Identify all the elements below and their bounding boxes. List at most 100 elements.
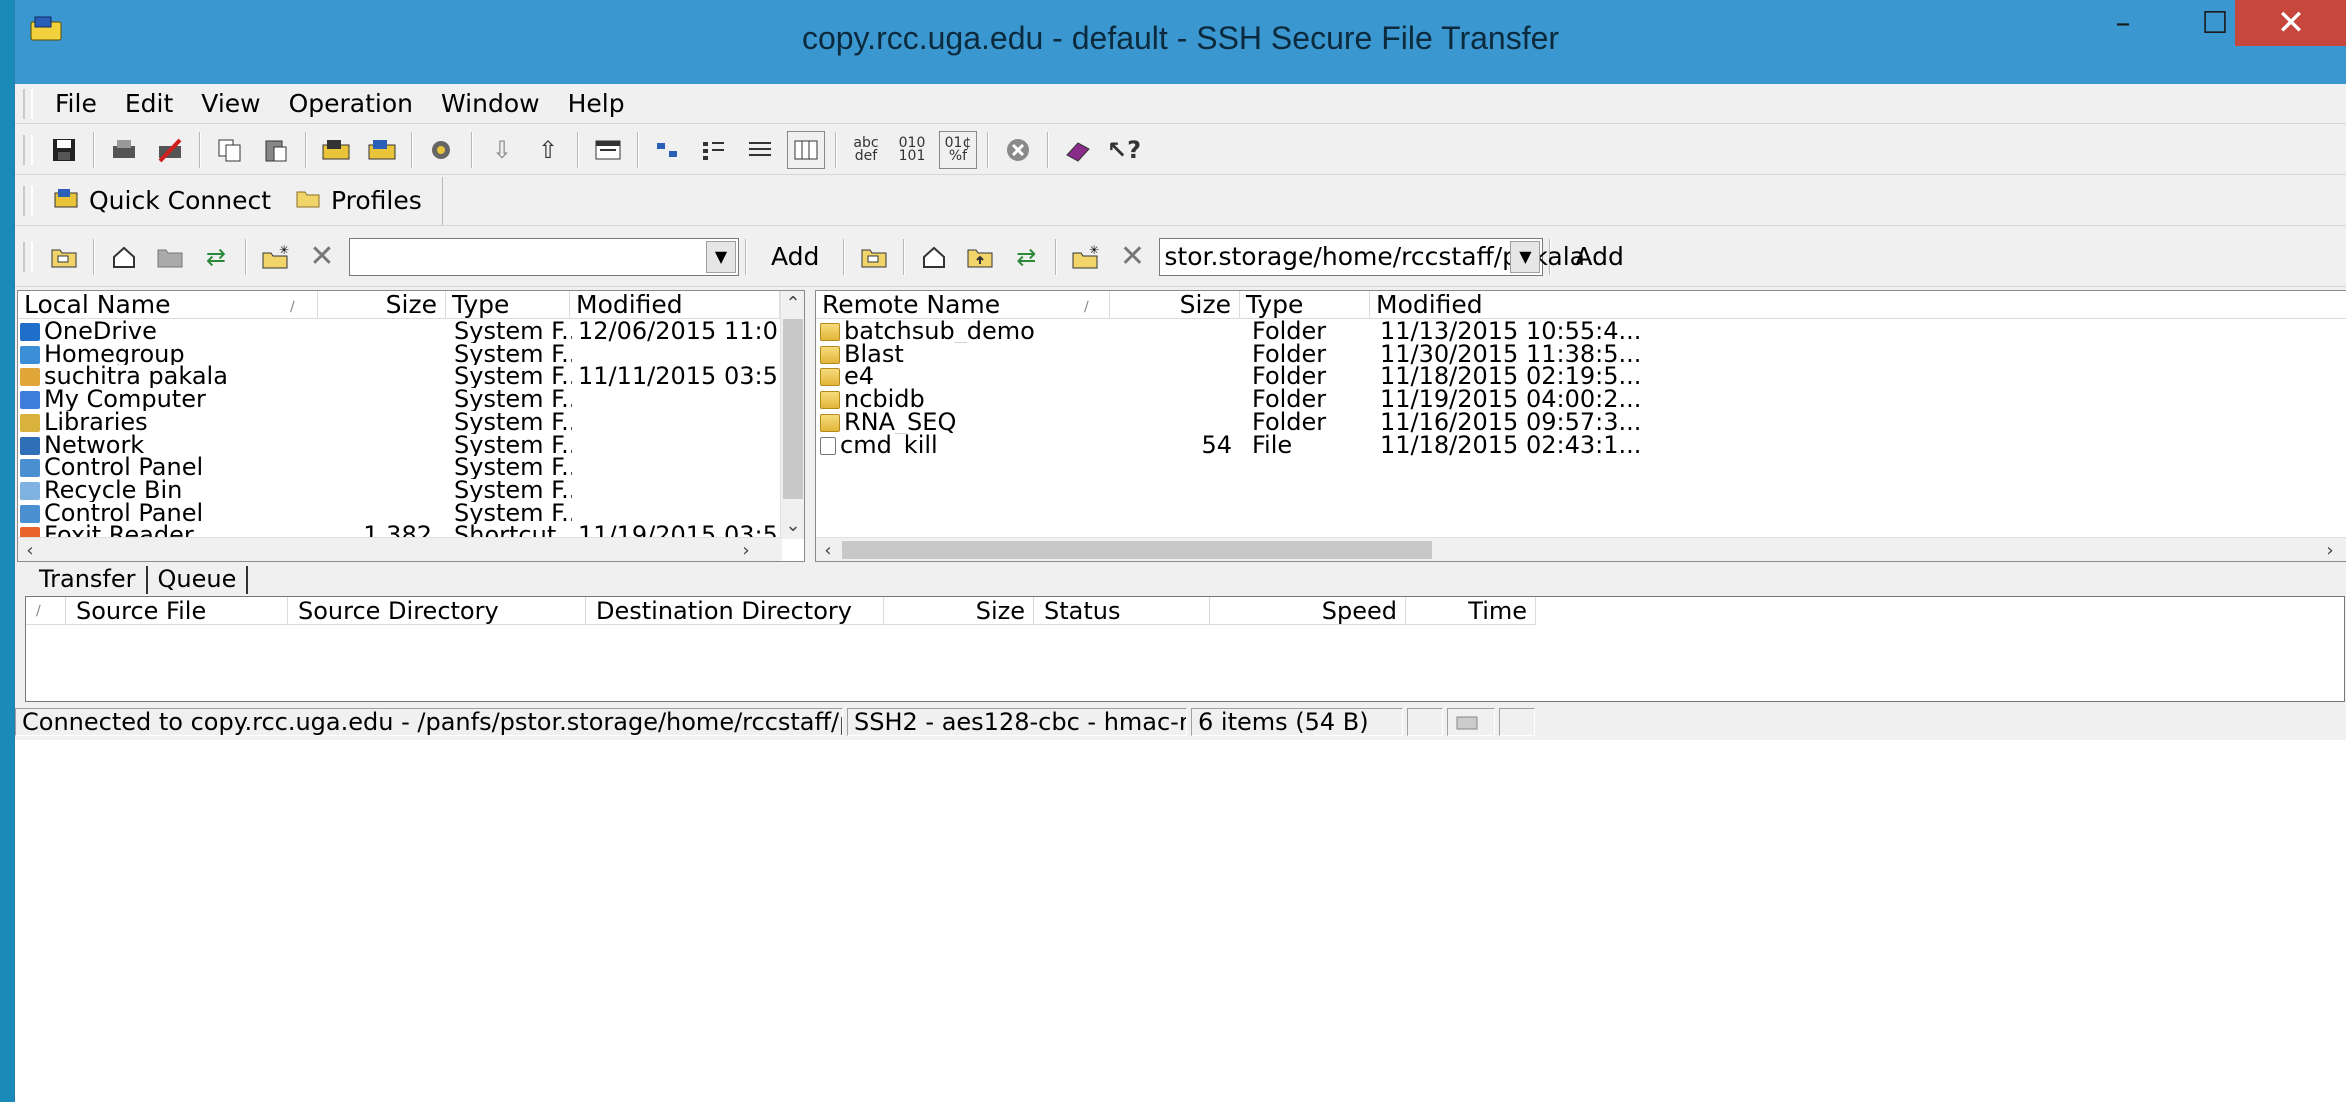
scroll-right-icon[interactable]: ›	[2318, 538, 2342, 561]
scroll-left-icon[interactable]: ‹	[816, 538, 840, 561]
source-file-column-header[interactable]: Source File	[66, 597, 288, 625]
small-icons-view-icon[interactable]	[695, 131, 733, 169]
speed-column-header[interactable]: Speed	[1210, 597, 1406, 625]
toolbar-grip[interactable]	[23, 185, 33, 216]
chevron-down-icon[interactable]: ▼	[706, 240, 736, 273]
large-icons-view-icon[interactable]	[649, 131, 687, 169]
download-icon[interactable]: ⇩	[483, 131, 521, 169]
remote-home-icon[interactable]	[915, 238, 953, 276]
status-column-header[interactable]: Status	[1034, 597, 1210, 625]
destination-directory-column-header[interactable]: Destination Directory	[586, 597, 884, 625]
remote-modified-column-header[interactable]: Modified	[1370, 291, 2346, 319]
local-parent-folder-icon[interactable]	[151, 238, 189, 276]
remote-parent-folder-icon[interactable]	[961, 238, 999, 276]
file-view-icon[interactable]	[589, 131, 627, 169]
save-icon[interactable]	[45, 131, 83, 169]
local-table-row[interactable]: Homegroup System F...	[18, 343, 804, 365]
toolbar-grip[interactable]	[23, 134, 33, 165]
tab-transfer[interactable]: Transfer	[29, 566, 148, 594]
local-horizontal-scrollbar[interactable]: ‹ ›	[18, 537, 782, 561]
local-add-button[interactable]: Add	[753, 237, 837, 277]
local-vertical-scrollbar[interactable]: ⌃ ⌄	[780, 291, 804, 539]
tab-queue[interactable]: Queue	[148, 566, 249, 594]
profiles-button[interactable]: Profiles	[283, 180, 434, 222]
menu-grip[interactable]	[23, 88, 33, 119]
remote-table-row[interactable]: batchsub_demo Folder 11/13/2015 10:55:4...	[816, 320, 2346, 343]
menu-view[interactable]: View	[187, 89, 274, 118]
local-table-row[interactable]: My Computer System F...	[18, 388, 804, 411]
stop-icon[interactable]	[999, 131, 1037, 169]
print-icon[interactable]	[105, 131, 143, 169]
toolbar-grip[interactable]	[23, 241, 33, 272]
settings-icon[interactable]	[423, 131, 461, 169]
help-book-icon[interactable]	[1059, 131, 1097, 169]
scroll-down-icon[interactable]: ⌄	[781, 513, 804, 537]
local-table-row[interactable]: Network System F...	[18, 434, 804, 456]
menu-operation[interactable]: Operation	[275, 89, 427, 118]
local-type-column-header[interactable]: Type	[446, 291, 570, 319]
auto-mode-icon[interactable]: abc def	[847, 131, 885, 169]
local-file-list[interactable]: Local Name ∕ Size Type Modified OneDrive…	[17, 290, 805, 562]
local-table-row[interactable]: Libraries System F...	[18, 411, 804, 434]
local-path-combo[interactable]: ▼	[349, 237, 739, 276]
chevron-down-icon[interactable]: ▼	[1510, 240, 1541, 273]
remote-path-combo[interactable]: stor.storage/home/rccstaff/pakala ▼	[1159, 237, 1585, 276]
local-home-icon[interactable]	[105, 238, 143, 276]
toolbar-separator	[305, 131, 307, 168]
details-view-icon[interactable]	[787, 130, 825, 169]
local-refresh-icon[interactable]: ⇄	[197, 238, 235, 276]
local-table-row[interactable]: Recycle Bin System F...	[18, 479, 804, 502]
disconnect-icon[interactable]	[151, 131, 189, 169]
quick-connect-button[interactable]: Quick Connect	[41, 180, 283, 222]
time-column-header[interactable]: Time	[1406, 597, 1536, 625]
scroll-right-icon[interactable]: ›	[734, 538, 758, 561]
title-bar[interactable]: copy.rcc.uga.edu - default - SSH Secure …	[15, 0, 2346, 84]
local-up-folder-icon[interactable]	[45, 238, 83, 276]
local-table-row[interactable]: Control Panel System F...	[18, 502, 804, 524]
scroll-left-icon[interactable]: ‹	[18, 538, 42, 561]
new-file-transfer-icon[interactable]	[363, 131, 401, 169]
remote-name-column-header[interactable]: Remote Name ∕	[816, 291, 1110, 319]
local-new-folder-icon[interactable]: ✳	[257, 238, 295, 276]
local-delete-icon[interactable]: ✕	[303, 238, 341, 276]
local-table-row[interactable]: OneDrive System F... 12/06/2015 11:03:5.	[18, 320, 804, 343]
remote-refresh-icon[interactable]: ⇄	[1007, 238, 1045, 276]
transfer-list[interactable]: ∕ Source File Source Directory Destinati…	[25, 596, 2345, 702]
remote-table-row[interactable]: cmd_kill 54 File 11/18/2015 02:43:1...	[816, 434, 2346, 456]
scroll-thumb[interactable]	[842, 541, 1432, 559]
binary-mode-icon[interactable]: 010 101	[893, 131, 931, 169]
local-name-column-header[interactable]: Local Name ∕	[18, 291, 318, 319]
close-button[interactable]: ✕	[2235, 0, 2346, 46]
copy-icon[interactable]	[211, 131, 249, 169]
remote-table-row[interactable]: Blast Folder 11/30/2015 11:38:5...	[816, 343, 2346, 365]
local-modified-column-header[interactable]: Modified	[570, 291, 780, 319]
context-help-icon[interactable]: ↖?	[1105, 131, 1143, 169]
list-view-icon[interactable]	[741, 131, 779, 169]
remote-table-row[interactable]: e4 Folder 11/18/2015 02:19:5...	[816, 365, 2346, 388]
new-terminal-icon[interactable]	[317, 131, 355, 169]
remote-table-row[interactable]: ncbidb Folder 11/19/2015 04:00:2...	[816, 388, 2346, 411]
remote-up-folder-icon[interactable]	[855, 238, 893, 276]
remote-file-list[interactable]: Remote Name ∕ Size Type Modified batchsu…	[815, 290, 2346, 562]
remote-type-column-header[interactable]: Type	[1240, 291, 1370, 319]
local-table-row[interactable]: suchitra pakala System F... 11/11/2015 03:…	[18, 365, 804, 388]
menu-help[interactable]: Help	[554, 89, 639, 118]
remote-horizontal-scrollbar[interactable]: ‹ ›	[816, 537, 2346, 561]
scroll-up-icon[interactable]: ⌃	[781, 291, 804, 315]
menu-window[interactable]: Window	[427, 89, 554, 118]
ascii-mode-icon[interactable]: 01¢ %f	[939, 130, 977, 169]
size-column-header[interactable]: Size	[884, 597, 1034, 625]
remote-delete-icon[interactable]: ✕	[1113, 238, 1151, 276]
upload-icon[interactable]: ⇧	[529, 131, 567, 169]
paste-icon[interactable]	[257, 131, 295, 169]
remote-size-column-header[interactable]: Size	[1110, 291, 1240, 319]
local-table-row[interactable]: Control Panel System F...	[18, 456, 804, 479]
remote-new-folder-icon[interactable]: ✳	[1067, 238, 1105, 276]
source-directory-column-header[interactable]: Source Directory	[288, 597, 586, 625]
minimize-button[interactable]: –	[2077, 0, 2169, 46]
remote-table-row[interactable]: RNA_SEQ Folder 11/16/2015 09:57:3...	[816, 411, 2346, 434]
menu-file[interactable]: File	[41, 89, 111, 118]
local-size-column-header[interactable]: Size	[318, 291, 446, 319]
scroll-thumb[interactable]	[783, 319, 803, 499]
menu-edit[interactable]: Edit	[111, 89, 187, 118]
